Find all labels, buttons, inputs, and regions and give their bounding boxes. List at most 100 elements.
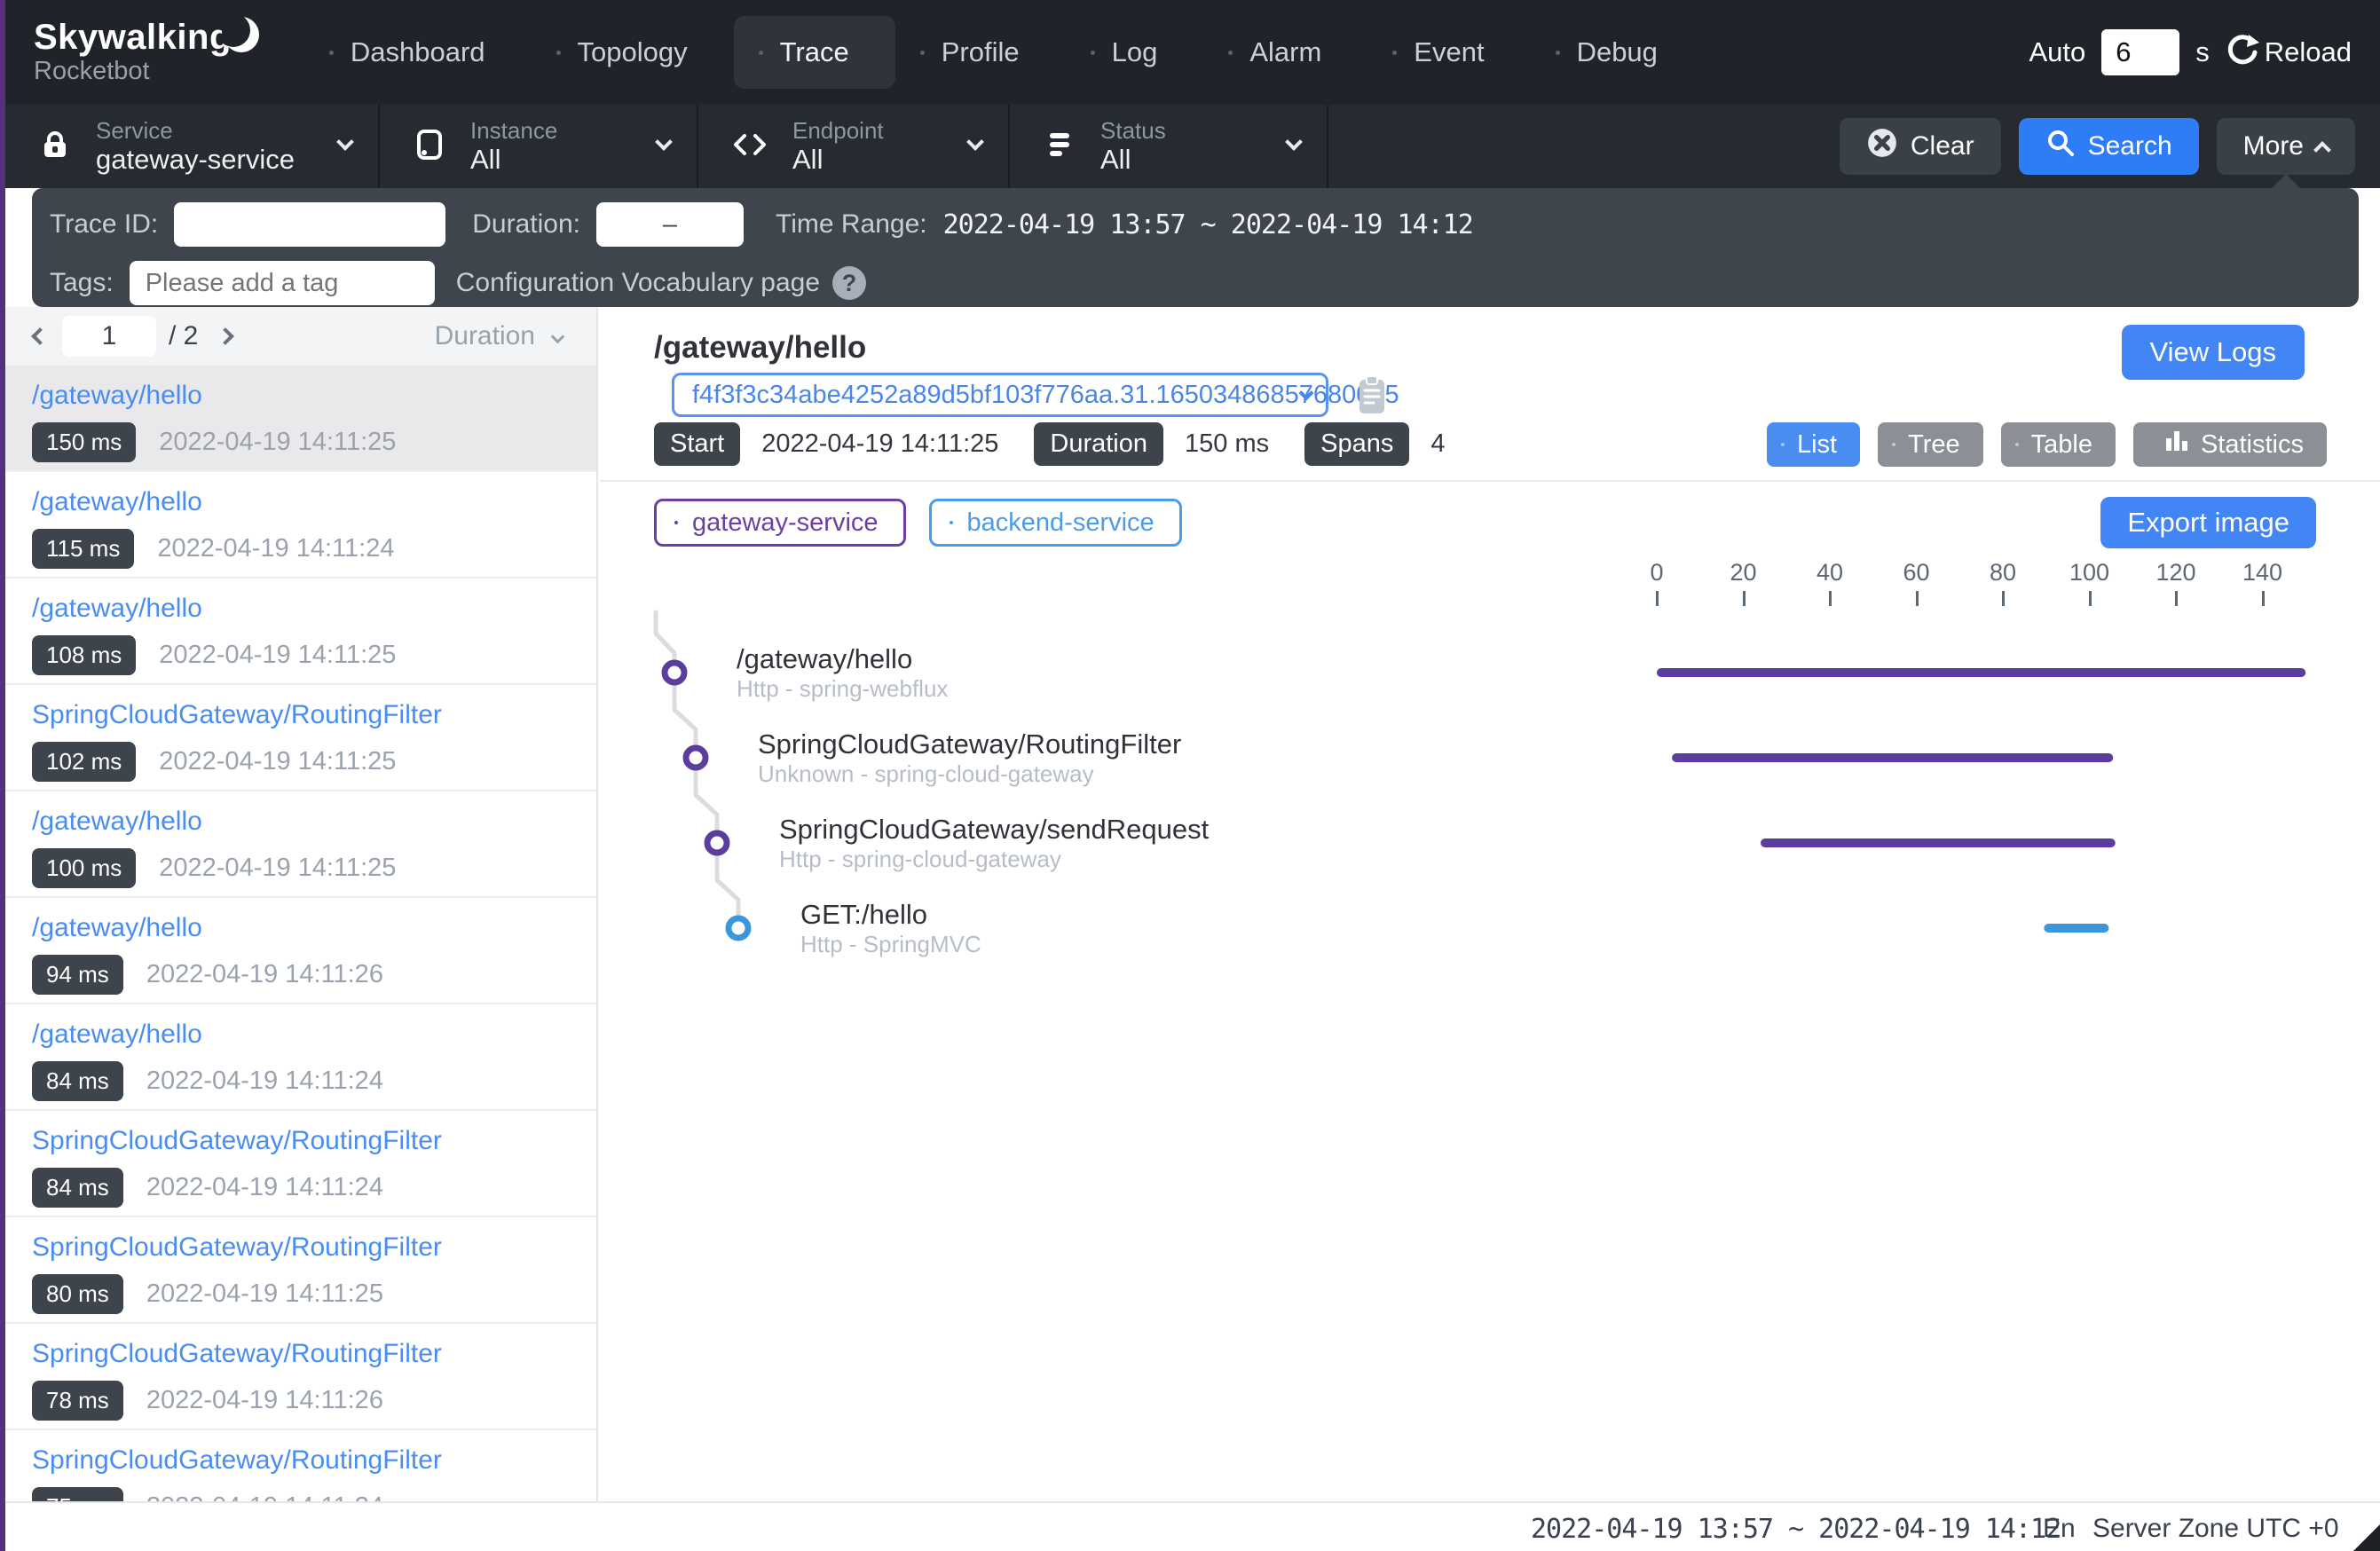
trace-list-item[interactable]: SpringCloudGateway/RoutingFilter80 ms202… xyxy=(5,1217,596,1324)
trace-id-value: f4f3f3c34abe4252a89d5bf103f776aa.31.1650… xyxy=(692,381,1399,410)
vocabulary-link[interactable]: Configuration Vocabulary page xyxy=(456,268,820,298)
span-node-icon[interactable] xyxy=(665,663,684,682)
trace-item-name[interactable]: SpringCloudGateway/RoutingFilter xyxy=(32,1445,579,1476)
trace-item-time: 2022-04-19 14:11:24 xyxy=(146,1067,383,1096)
span-bar[interactable] xyxy=(2044,924,2108,933)
nav-item-trace[interactable]: Trace xyxy=(734,16,895,89)
trace-id-select[interactable]: f4f3f3c34abe4252a89d5bf103f776aa.31.1650… xyxy=(672,373,1328,417)
pagination-bar: / 2 Duration xyxy=(5,307,596,366)
auto-interval-input[interactable] xyxy=(2101,29,2179,75)
span-name[interactable]: SpringCloudGateway/sendRequest xyxy=(779,814,1209,846)
sort-dropdown[interactable]: Duration xyxy=(435,321,535,351)
nav-item-debug[interactable]: Debug xyxy=(1531,16,1704,89)
clipboard-icon[interactable] xyxy=(1353,374,1391,421)
trace-item-name[interactable]: /gateway/hello xyxy=(32,486,579,518)
span-name[interactable]: /gateway/hello xyxy=(737,643,912,675)
trace-id-input[interactable] xyxy=(174,202,445,247)
trace-item-name[interactable]: /gateway/hello xyxy=(32,806,579,838)
filter-label: Instance xyxy=(470,117,557,144)
trace-item-time: 2022-04-19 14:11:26 xyxy=(146,960,383,989)
nav-right-controls: Auto s Reload xyxy=(2029,0,2352,105)
trace-list-item[interactable]: SpringCloudGateway/RoutingFilter84 ms202… xyxy=(5,1111,596,1217)
legend-tag-backend-service[interactable]: backend-service xyxy=(929,499,1182,547)
time-range-value[interactable]: 2022-04-19 13:57 ~ 2022-04-19 14:12 xyxy=(943,209,1473,240)
trace-item-name[interactable]: SpringCloudGateway/RoutingFilter xyxy=(32,1232,579,1264)
search-icon xyxy=(2045,128,2076,165)
duration-label: Duration: xyxy=(472,209,580,240)
chevron-down-icon xyxy=(551,329,565,343)
search-button[interactable]: Search xyxy=(2019,118,2199,175)
trace-item-time: 2022-04-19 14:11:24 xyxy=(146,1492,383,1501)
tags-input[interactable] xyxy=(130,261,435,305)
trace-list-item[interactable]: /gateway/hello94 ms2022-04-19 14:11:26 xyxy=(5,898,596,1004)
service-legend: gateway-service backend-service xyxy=(654,499,1182,547)
span-bar[interactable] xyxy=(1672,753,2113,762)
trace-list-item[interactable]: SpringCloudGateway/RoutingFilter75 ms202… xyxy=(5,1430,596,1501)
nav-item-log[interactable]: Log xyxy=(1066,16,1204,89)
span-node-icon[interactable] xyxy=(707,833,727,853)
more-panel-tail xyxy=(2270,174,2302,190)
more-button[interactable]: More xyxy=(2217,118,2355,175)
nav-item-event[interactable]: Event xyxy=(1367,16,1530,89)
prev-page-button[interactable] xyxy=(27,323,53,350)
span-bar[interactable] xyxy=(1657,668,2305,677)
filter-service[interactable]: Servicegateway-service xyxy=(5,105,380,188)
trace-list-item[interactable]: /gateway/hello100 ms2022-04-19 14:11:25 xyxy=(5,791,596,898)
filter-status[interactable]: StatusAll xyxy=(1010,105,1328,188)
export-image-button[interactable]: Export image xyxy=(2100,497,2316,548)
footer-time-range[interactable]: 2022-04-19 13:57 ~ 2022-04-19 14:12 xyxy=(1531,1514,2061,1545)
span-name[interactable]: SpringCloudGateway/RoutingFilter xyxy=(758,728,1181,760)
clear-button[interactable]: Clear xyxy=(1840,118,2001,175)
trace-item-name[interactable]: /gateway/hello xyxy=(32,1019,579,1051)
view-mode-table[interactable]: Table xyxy=(2001,422,2116,467)
nav-item-topology[interactable]: Topology xyxy=(532,16,734,89)
trace-item-time: 2022-04-19 14:11:25 xyxy=(159,747,396,776)
trace-item-name[interactable]: SpringCloudGateway/RoutingFilter xyxy=(32,1125,579,1157)
logo[interactable]: Skywalking Rocketbot xyxy=(34,19,232,86)
filter-endpoint[interactable]: EndpointAll xyxy=(698,105,1010,188)
axis-tick-mark xyxy=(2089,591,2092,606)
trace-item-name[interactable]: SpringCloudGateway/RoutingFilter xyxy=(32,699,579,731)
trace-list-item[interactable]: /gateway/hello150 ms2022-04-19 14:11:25 xyxy=(5,366,596,472)
logo-title: Skywalking xyxy=(34,19,232,56)
span-node-icon[interactable] xyxy=(729,918,748,938)
filter-buttons: Clear Search More xyxy=(1840,118,2355,175)
trace-list-item[interactable]: SpringCloudGateway/RoutingFilter102 ms20… xyxy=(5,685,596,791)
nav-item-alarm[interactable]: Alarm xyxy=(1203,16,1367,89)
span-name[interactable]: GET:/hello xyxy=(800,899,927,931)
time-range-label: Time Range: xyxy=(776,209,927,240)
question-circle-icon[interactable]: ? xyxy=(832,266,866,300)
span-bar[interactable] xyxy=(1761,838,2116,847)
legend-tag-gateway-service[interactable]: gateway-service xyxy=(654,499,906,547)
next-page-button[interactable] xyxy=(212,323,239,350)
x-circle-icon xyxy=(1866,127,1898,166)
trace-item-time: 2022-04-19 14:11:25 xyxy=(159,854,396,883)
view-logs-button[interactable]: View Logs xyxy=(2122,325,2305,380)
server-zone[interactable]: Server Zone UTC +0 xyxy=(2092,1514,2339,1544)
page-number-input[interactable] xyxy=(62,316,156,357)
view-mode-statistics[interactable]: Statistics xyxy=(2133,422,2327,467)
trace-item-name[interactable]: /gateway/hello xyxy=(32,593,579,625)
trace-list-item[interactable]: /gateway/hello84 ms2022-04-19 14:11:24 xyxy=(5,1004,596,1111)
view-mode-tree[interactable]: Tree xyxy=(1878,422,1983,467)
trace-id-label: Trace ID: xyxy=(50,209,158,240)
header-divider xyxy=(600,480,2380,482)
nav-menu: DashboardTopologyTraceProfileLogAlarmEve… xyxy=(304,16,1704,89)
trace-item-name[interactable]: /gateway/hello xyxy=(32,380,579,412)
nav-item-profile[interactable]: Profile xyxy=(895,16,1066,89)
trace-item-name[interactable]: SpringCloudGateway/RoutingFilter xyxy=(32,1338,579,1370)
trace-list-item[interactable]: SpringCloudGateway/RoutingFilter78 ms202… xyxy=(5,1324,596,1430)
filter-instance[interactable]: InstanceAll xyxy=(380,105,698,188)
reload-button[interactable]: Reload xyxy=(2226,31,2352,74)
spans-value: 4 xyxy=(1430,429,1445,459)
view-mode-list[interactable]: List xyxy=(1767,422,1860,467)
duration-input[interactable] xyxy=(596,202,744,247)
trace-list-item[interactable]: /gateway/hello108 ms2022-04-19 14:11:25 xyxy=(5,579,596,685)
view-mode-buttons: List Tree Table Statistics xyxy=(1767,422,2327,467)
trace-item-name[interactable]: /gateway/hello xyxy=(32,912,579,944)
trace-list-item[interactable]: /gateway/hello115 ms2022-04-19 14:11:24 xyxy=(5,472,596,579)
span-node-icon[interactable] xyxy=(686,748,705,768)
axis-tick-mark xyxy=(1743,591,1746,606)
language-toggle[interactable]: En xyxy=(2043,1514,2076,1544)
nav-item-dashboard[interactable]: Dashboard xyxy=(304,16,532,89)
